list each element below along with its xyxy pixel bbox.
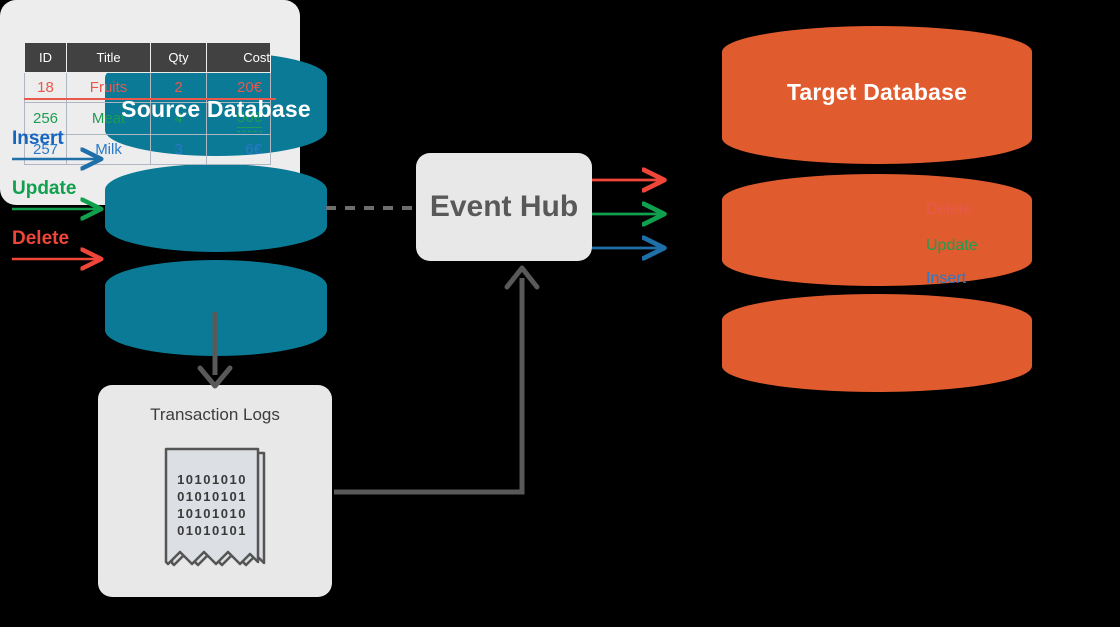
source-database-label: Source Database: [121, 96, 311, 122]
diagram-canvas: Source Database Target Database Event Hu…: [0, 0, 1120, 627]
arrow-logs-to-hub: [334, 278, 525, 495]
delete-row-strikethrough: [24, 98, 276, 100]
target-database-label: Target Database: [786, 79, 968, 105]
